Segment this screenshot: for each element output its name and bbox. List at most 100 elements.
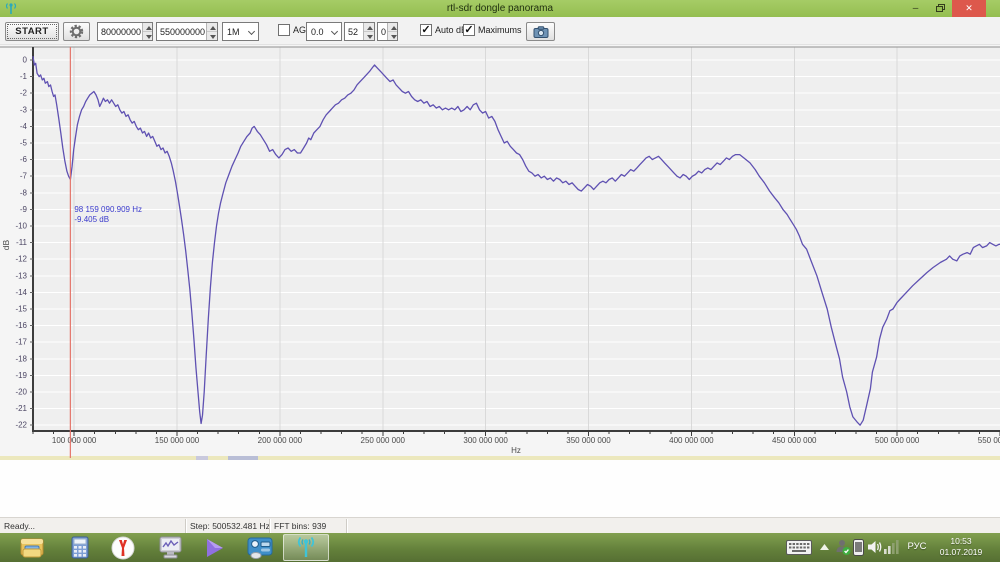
x-tick-label: 450 000 000 xyxy=(772,436,817,445)
hidden-icons-arrow xyxy=(820,544,829,550)
taskbar: РУС 10:53 01.07.2019 xyxy=(0,533,1000,562)
taskbar-item-sdr-app-active[interactable] xyxy=(283,534,329,561)
x-tick-label: 150 000 000 xyxy=(155,436,200,445)
client-gap xyxy=(0,460,1000,517)
tray-network[interactable] xyxy=(884,540,900,554)
y-tick-label: -13 xyxy=(15,271,27,280)
y-tick-label: 0 xyxy=(23,56,28,65)
y-tick-label: -20 xyxy=(15,388,27,397)
tray-volume[interactable] xyxy=(868,540,883,554)
agc-checkbox[interactable] xyxy=(278,24,290,36)
status-separator xyxy=(346,519,347,533)
y-tick-label: -7 xyxy=(20,172,28,181)
y-tick-label: -17 xyxy=(15,338,27,347)
maximums-checkbox-group[interactable]: ✓ Maximums xyxy=(463,24,522,36)
sdr-antenna-icon xyxy=(297,536,315,557)
spectrum-plot[interactable]: 100 000 000 150 000 000 200 000 000 250 000… xyxy=(0,45,1000,460)
x-tick-label: 350 000 000 xyxy=(566,436,611,445)
y-tick-label: -8 xyxy=(20,188,28,197)
y-tick-label: -22 xyxy=(15,421,27,430)
spin-down-icon[interactable] xyxy=(364,32,374,40)
spin-up-icon[interactable] xyxy=(207,23,217,32)
freq-start-spinner[interactable] xyxy=(142,23,152,40)
taskbar-item-explorer[interactable] xyxy=(17,535,47,560)
system-monitor-icon xyxy=(159,536,181,559)
freq-start-field[interactable]: 80000000 xyxy=(97,22,153,41)
taskbar-item-system-monitor[interactable] xyxy=(155,535,185,560)
y-axis-title: dB xyxy=(1,239,11,250)
x-tick-label: 100 000 000 xyxy=(52,436,97,445)
auto-db-checkbox[interactable]: ✓ xyxy=(420,24,432,36)
cursor-annotation-db: -9.405 dB xyxy=(74,215,109,224)
tray-clock[interactable]: 10:53 01.07.2019 xyxy=(928,536,994,558)
device-panel-icon xyxy=(247,537,273,559)
spin-up-icon[interactable] xyxy=(364,23,374,32)
step-combo[interactable]: 1M xyxy=(222,22,259,41)
tray-onscreen-keyboard[interactable] xyxy=(786,540,812,555)
close-button[interactable]: ✕ xyxy=(952,0,986,17)
y-tick-label: -6 xyxy=(20,155,28,164)
gain-combo[interactable]: 0.0 xyxy=(306,22,342,41)
offset-spinner-field[interactable]: 0 xyxy=(377,22,398,41)
freq-stop-field[interactable]: 550000000 xyxy=(156,22,218,41)
calculator-icon xyxy=(71,536,89,559)
gear-icon xyxy=(69,24,84,39)
screenshot-button[interactable] xyxy=(526,22,555,41)
y-tick-label: -14 xyxy=(15,288,27,297)
tray-language[interactable]: РУС xyxy=(903,541,931,552)
status-ready: Ready... xyxy=(4,521,36,531)
plot-background[interactable] xyxy=(33,47,1000,431)
spin-down-icon[interactable] xyxy=(388,32,397,40)
tray-phone[interactable] xyxy=(853,539,864,556)
y-tick-label: -5 xyxy=(20,139,28,148)
minimize-button[interactable]: – xyxy=(903,0,928,17)
camera-icon xyxy=(533,25,548,38)
gain-spinner[interactable] xyxy=(363,23,374,40)
gain-spinner-value[interactable]: 52 xyxy=(345,23,363,40)
offset-spinner-value[interactable]: 0 xyxy=(378,23,387,40)
freq-stop-spinner[interactable] xyxy=(206,23,217,40)
freq-stop-value[interactable]: 550000000 xyxy=(157,23,206,40)
spin-up-icon[interactable] xyxy=(143,23,152,32)
titlebar[interactable]: rtl-sdr dongle panorama – ✕ xyxy=(0,0,1000,17)
statusbar: Ready... Step: 500532.481 Hz FFT bins: 9… xyxy=(0,517,1000,533)
spin-down-icon[interactable] xyxy=(143,32,152,40)
taskbar-item-yandex-browser[interactable] xyxy=(108,535,138,560)
yandex-browser-icon xyxy=(111,536,135,559)
freq-start-value[interactable]: 80000000 xyxy=(98,23,142,40)
x-tick-label: 500 000 000 xyxy=(875,436,920,445)
toolbar: START 80000000 550000000 1M AGC 0.0 52 0… xyxy=(0,17,1000,45)
user-check-icon xyxy=(836,540,851,555)
status-separator xyxy=(269,519,270,533)
x-tick-label: 250 000 000 xyxy=(361,436,406,445)
auto-db-checkbox-group[interactable]: ✓ Auto dB xyxy=(420,24,467,36)
maximize-button[interactable] xyxy=(928,0,952,17)
window-title: rtl-sdr dongle panorama xyxy=(446,3,554,14)
app-window: rtl-sdr dongle panorama – ✕ START 800000… xyxy=(0,0,1000,562)
maximums-checkbox[interactable]: ✓ xyxy=(463,24,475,36)
y-tick-label: -2 xyxy=(20,89,28,98)
spin-up-icon[interactable] xyxy=(388,23,397,32)
y-tick-label: -19 xyxy=(15,371,27,380)
restore-icon xyxy=(935,4,945,12)
offset-spinner[interactable] xyxy=(387,23,397,40)
clock-date: 01.07.2019 xyxy=(939,547,983,557)
tray-hidden-icons[interactable] xyxy=(820,544,829,550)
y-tick-label: -9 xyxy=(20,205,28,214)
taskbar-item-calculator[interactable] xyxy=(65,535,95,560)
settings-button[interactable] xyxy=(63,22,90,41)
y-tick-label: -18 xyxy=(15,354,27,363)
spectrum-chart[interactable]: 100 000 000 150 000 000 200 000 000 250 000… xyxy=(0,45,1000,460)
gain-spinner-field[interactable]: 52 xyxy=(344,22,375,41)
tray-user-status[interactable] xyxy=(835,539,851,556)
y-tick-label: -11 xyxy=(16,238,28,247)
taskbar-item-device-panel[interactable] xyxy=(245,535,275,560)
spin-down-icon[interactable] xyxy=(207,32,217,40)
network-bars-icon xyxy=(884,540,899,554)
taskbar-item-kmplayer[interactable] xyxy=(200,535,230,560)
y-tick-label: -10 xyxy=(15,222,27,231)
status-fft-bins: FFT bins: 939 xyxy=(274,521,327,531)
start-button[interactable]: START xyxy=(5,22,59,41)
cursor-annotation-freq: 98 159 090.909 Hz xyxy=(74,205,142,214)
x-tick-label: 400 000 000 xyxy=(669,436,714,445)
